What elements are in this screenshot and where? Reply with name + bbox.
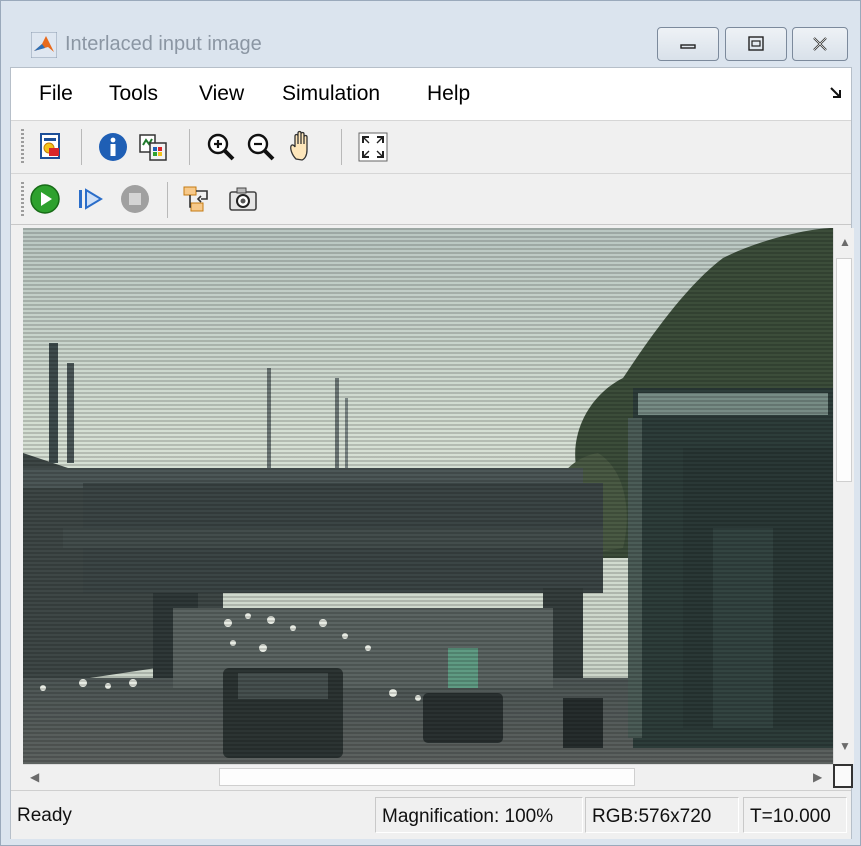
figure-window: Interlaced input image File Tools View S…	[0, 0, 861, 846]
menu-tools[interactable]: Tools	[109, 82, 158, 106]
pan-hand-icon	[290, 130, 308, 161]
time-text: T=10.000	[750, 806, 831, 827]
window-title: Interlaced input image	[65, 33, 262, 55]
time-field: T=10.000	[743, 797, 847, 833]
stop-icon	[121, 185, 149, 213]
toolbar-grip	[21, 129, 24, 165]
copy-button[interactable]	[137, 131, 169, 163]
close-icon	[813, 37, 827, 51]
menu-view[interactable]: View	[199, 82, 244, 106]
zoom-in-icon	[207, 133, 235, 161]
run-icon	[30, 184, 60, 214]
magnification-field: Magnification: 100%	[375, 797, 583, 833]
toolbar-separator	[189, 129, 190, 165]
maximize-button[interactable]	[725, 27, 787, 61]
toolbar-grip	[21, 182, 24, 218]
pan-button[interactable]	[287, 129, 319, 161]
print-icon	[40, 133, 60, 159]
toolbar-separator	[341, 129, 342, 165]
info-button[interactable]	[97, 131, 129, 163]
magnification-text: Magnification: 100%	[382, 806, 554, 827]
fit-to-window-button[interactable]	[357, 131, 389, 163]
scroll-down-icon[interactable]: ▼	[839, 740, 851, 752]
scroll-right-icon[interactable]: ▶	[813, 771, 822, 783]
scroll-left-icon[interactable]: ◀	[30, 771, 39, 783]
video-frame-image[interactable]	[23, 228, 833, 764]
horizontal-scroll-thumb[interactable]	[219, 768, 635, 786]
toolbar-row-1	[11, 120, 851, 173]
maximize-icon	[748, 36, 764, 51]
horizontal-scrollbar[interactable]: ◀ ▶	[23, 764, 833, 789]
close-button[interactable]	[792, 27, 848, 61]
toolbar-separator	[81, 129, 82, 165]
fit-to-window-icon	[358, 132, 388, 162]
rgb-field: RGB:576x720	[585, 797, 739, 833]
menu-simulation[interactable]: Simulation	[282, 82, 380, 106]
print-button[interactable]	[35, 131, 67, 163]
stop-button[interactable]	[119, 183, 151, 215]
minimize-button[interactable]	[657, 27, 719, 61]
dock-arrow-icon[interactable]	[829, 86, 843, 100]
menu-bar: File Tools View Simulation Help	[11, 68, 851, 120]
highlight-block-button[interactable]	[181, 183, 213, 215]
vertical-scrollbar[interactable]: ▲ ▼	[833, 228, 854, 764]
run-button[interactable]	[29, 183, 61, 215]
toolbar-separator	[167, 182, 168, 218]
menu-file[interactable]: File	[39, 82, 73, 106]
matlab-icon	[30, 31, 58, 59]
step-forward-icon	[79, 188, 103, 210]
zoom-out-icon	[247, 133, 275, 161]
title-bar[interactable]: Interlaced input image	[1, 1, 860, 67]
info-icon	[99, 133, 127, 161]
snapshot-icon	[229, 187, 257, 211]
scroll-corner	[833, 764, 853, 788]
copy-icon	[139, 134, 167, 161]
status-text: Ready	[17, 805, 72, 826]
minimize-icon	[680, 44, 696, 49]
status-bar: Ready Magnification: 100% RGB:576x720 T=…	[11, 790, 851, 839]
vertical-scroll-thumb[interactable]	[836, 258, 852, 482]
highlight-block-icon	[183, 186, 208, 212]
scroll-up-icon[interactable]: ▲	[839, 236, 851, 248]
zoom-in-button[interactable]	[205, 131, 237, 163]
step-forward-button[interactable]	[75, 183, 107, 215]
client-area: File Tools View Simulation Help ▲ ▼ ◀ ▶ …	[10, 67, 854, 839]
rgb-text: RGB:576x720	[592, 806, 712, 827]
menu-help[interactable]: Help	[427, 82, 470, 106]
snapshot-button[interactable]	[227, 183, 259, 215]
zoom-out-button[interactable]	[245, 131, 277, 163]
toolbar-row-2	[11, 173, 851, 225]
